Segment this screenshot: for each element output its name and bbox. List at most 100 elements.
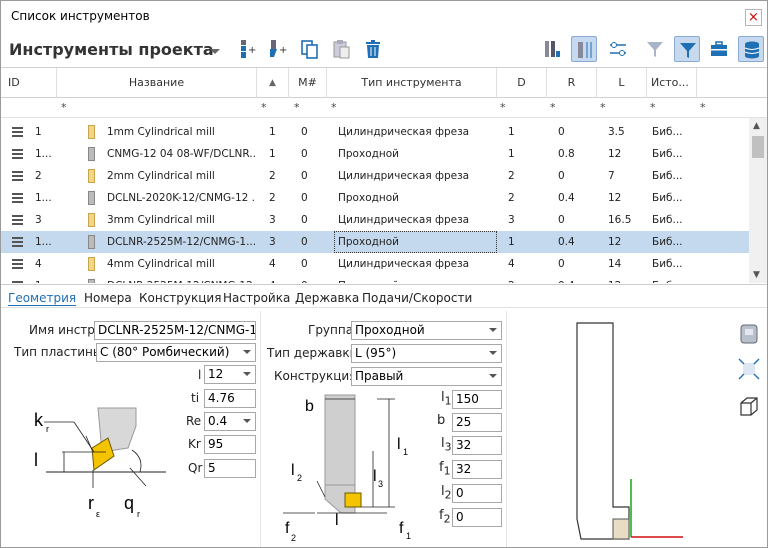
- qr-input[interactable]: 5: [204, 459, 256, 478]
- filter-name[interactable]: *: [61, 101, 67, 114]
- param-f1-input[interactable]: 32: [452, 460, 502, 479]
- filter-n[interactable]: *: [261, 101, 267, 114]
- col-header-d[interactable]: D: [497, 68, 547, 98]
- filter-button[interactable]: [642, 36, 668, 62]
- table-row[interactable]: 4 4mm Cylindrical mill 4 0 Цилиндрическа…: [1, 253, 749, 275]
- re-select[interactable]: 0.4: [204, 412, 256, 431]
- toolbox-button[interactable]: [706, 36, 732, 62]
- tool-view-button[interactable]: [539, 36, 565, 62]
- col-header-type[interactable]: Тип инструмента: [327, 68, 497, 98]
- delete-button[interactable]: [360, 36, 386, 62]
- table-row[interactable]: 2 2mm Cylindrical mill 2 0 Цилиндрическа…: [1, 165, 749, 187]
- filter-extra[interactable]: *: [700, 101, 706, 114]
- box-view-button[interactable]: [737, 395, 761, 422]
- cell-type: Цилиндрическая фреза: [338, 126, 470, 138]
- row-menu-icon[interactable]: [12, 237, 23, 247]
- cell-id: 1...: [35, 236, 52, 248]
- paste-button[interactable]: [328, 36, 354, 62]
- table-row-selected[interactable]: 1... DCLNR-2525M-12/CNMG-1... 3 0 Проход…: [1, 231, 749, 253]
- add-tool-icon: +: [241, 40, 256, 58]
- l-select[interactable]: 12: [204, 365, 256, 384]
- add-holder-button[interactable]: +: [264, 36, 290, 62]
- param-l2-input[interactable]: 0: [452, 484, 502, 503]
- param-sub: 2: [444, 488, 452, 502]
- table-row[interactable]: 3 3mm Cylindrical mill 3 0 Цилиндрическа…: [1, 209, 749, 231]
- tool-dimensions-button[interactable]: [571, 36, 597, 62]
- holder-type-select[interactable]: L (95°): [351, 344, 502, 363]
- tab-feeds-speeds[interactable]: Подачи/Скорости: [362, 291, 472, 305]
- tab-numbers[interactable]: Номера: [84, 291, 132, 305]
- param-f2-label: f2: [439, 508, 450, 526]
- cell-m: 0: [301, 148, 308, 160]
- filter-d[interactable]: *: [500, 101, 506, 114]
- param-l3-input[interactable]: 32: [452, 436, 502, 455]
- param-l1-input[interactable]: 150: [452, 390, 502, 409]
- l1-sub-text: 1: [403, 447, 408, 457]
- copy-button[interactable]: [297, 36, 323, 62]
- filter-source[interactable]: *: [650, 101, 656, 114]
- param-l2-label: l2: [441, 484, 452, 502]
- chevron-down-icon: [489, 374, 497, 378]
- plate-type-select[interactable]: C (80° Ромбический): [96, 343, 256, 362]
- scroll-down-icon[interactable]: ▼: [753, 270, 760, 280]
- cell-d: 2: [508, 192, 515, 204]
- grid-header: ID Название ▲ M# Тип инструмента D R L И…: [1, 68, 767, 98]
- filter-active-button[interactable]: [674, 36, 700, 62]
- close-button[interactable]: ×: [745, 9, 762, 26]
- row-menu-icon[interactable]: [12, 281, 23, 283]
- col-header-name[interactable]: Название: [57, 68, 257, 98]
- row-menu-icon[interactable]: [12, 193, 23, 203]
- table-row[interactable]: 1 1mm Cylindrical mill 1 0 Цилиндрическа…: [1, 121, 749, 143]
- row-menu-icon[interactable]: [12, 259, 23, 269]
- database-button[interactable]: [738, 36, 764, 62]
- grid-scrollbar[interactable]: ▲ ▼: [749, 118, 767, 283]
- database-icon: [744, 41, 760, 59]
- tool-name-input[interactable]: DCLNR-2525M-12/CNMG-12 0: [94, 321, 256, 340]
- row-menu-icon[interactable]: [12, 127, 23, 137]
- col-header-m[interactable]: M#: [289, 68, 327, 98]
- tab-setup[interactable]: Настройка: [223, 291, 290, 305]
- filter-type[interactable]: *: [331, 101, 337, 114]
- group-select[interactable]: Проходной: [351, 321, 502, 340]
- re-text: r: [88, 493, 94, 513]
- tool-3d-view[interactable]: [561, 319, 701, 545]
- title-dropdown-icon[interactable]: [210, 49, 220, 54]
- cell-n: 1: [269, 148, 276, 160]
- row-menu-icon[interactable]: [12, 215, 23, 225]
- filter-l[interactable]: *: [600, 101, 606, 114]
- col-header-source[interactable]: Исто...: [647, 68, 697, 98]
- sort-asc-icon[interactable]: ▲: [257, 68, 289, 98]
- param-b-input[interactable]: 25: [452, 413, 502, 432]
- table-row[interactable]: 1... DCLNL-2020K-12/CNMG-12 ... 2 0 Прох…: [1, 187, 749, 209]
- t-input[interactable]: 4.76: [204, 389, 256, 408]
- cell-l: 14: [608, 258, 622, 270]
- table-row[interactable]: 1... DCLNR-2525M-12/CNMG-12 ... 4 0 Прох…: [1, 275, 749, 283]
- scroll-thumb[interactable]: [752, 136, 764, 158]
- tab-construction[interactable]: Конструкция: [139, 291, 221, 305]
- tab-geometry[interactable]: Геометрия: [8, 291, 77, 306]
- col-header-id[interactable]: ID: [1, 68, 57, 98]
- fit-view-button[interactable]: [737, 357, 761, 384]
- table-row[interactable]: 1... CNMG-12 04 08-WF/DCLNR... 1 0 Прохо…: [1, 143, 749, 165]
- connect-button[interactable]: [605, 36, 631, 62]
- add-holder-icon: +: [270, 40, 287, 57]
- scroll-up-icon[interactable]: ▲: [753, 121, 760, 131]
- row-menu-icon[interactable]: [12, 171, 23, 181]
- filter-r[interactable]: *: [550, 101, 556, 114]
- row-menu-icon[interactable]: [12, 149, 23, 159]
- add-tool-button[interactable]: +: [233, 36, 259, 62]
- col-header-r[interactable]: R: [547, 68, 597, 98]
- kr-input[interactable]: 95: [204, 435, 256, 454]
- tab-holder[interactable]: Державка: [295, 291, 359, 305]
- group-value: Проходной: [355, 323, 425, 337]
- filter-row[interactable]: * * * * * * * * *: [1, 98, 767, 118]
- cell-name: CNMG-12 04 08-WF/DCLNR...: [107, 148, 255, 160]
- shaded-view-button[interactable]: [737, 323, 761, 348]
- cell-type: Проходной: [338, 275, 399, 283]
- construction-select[interactable]: Правый: [351, 367, 502, 386]
- col-header-l[interactable]: L: [597, 68, 647, 98]
- param-sub: 2: [443, 512, 451, 526]
- param-f2-input[interactable]: 0: [452, 508, 502, 527]
- cell-n: 2: [269, 170, 276, 182]
- filter-m[interactable]: *: [294, 101, 300, 114]
